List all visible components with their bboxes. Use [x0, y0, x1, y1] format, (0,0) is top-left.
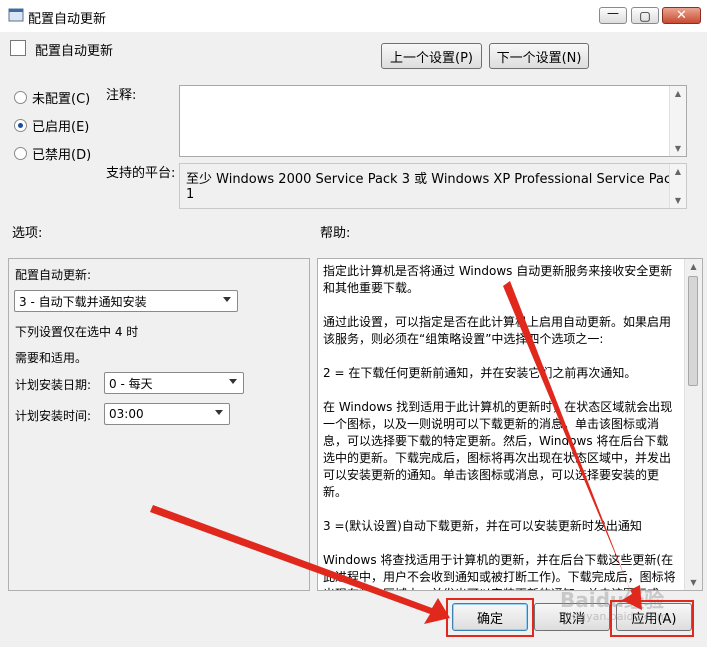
- configure-mode-dropdown[interactable]: 3 - 自动下载并通知安装: [14, 290, 238, 312]
- ok-highlight-box: [446, 598, 534, 637]
- radio-not-configured[interactable]: 未配置(C): [14, 88, 90, 107]
- apply-highlight-box: [610, 600, 694, 637]
- close-button[interactable]: ✕: [662, 7, 701, 24]
- note-line-1: 下列设置仅在选中 4 时: [15, 325, 139, 339]
- platform-value: 至少 Windows 2000 Service Pack 3 或 Windows…: [186, 172, 679, 202]
- chevron-down-icon: [215, 410, 223, 415]
- chevron-down-icon: [229, 379, 237, 384]
- previous-setting-button[interactable]: 上一个设置(P): [381, 43, 482, 69]
- scroll-down-icon[interactable]: ▼: [685, 578, 702, 587]
- scroll-up-icon[interactable]: ▲: [685, 262, 702, 271]
- help-label: 帮助:: [320, 226, 351, 241]
- note-line-2: 需要和适用。: [15, 351, 88, 365]
- help-paragraph: 在 Windows 找到适用于此计算机的更新时，在状态区域就会出现一个图标，以及…: [323, 400, 673, 499]
- help-scrollbar[interactable]: ▲ ▼: [684, 259, 702, 590]
- install-time-label: 计划安装时间:: [15, 409, 92, 423]
- scroll-down-icon[interactable]: ▼: [670, 144, 686, 153]
- platform-field: 至少 Windows 2000 Service Pack 3 或 Windows…: [179, 163, 687, 209]
- setting-title: 配置自动更新: [35, 44, 114, 59]
- platform-scrollbar[interactable]: ▲ ▼: [669, 164, 686, 208]
- scroll-up-icon[interactable]: ▲: [670, 89, 686, 98]
- policy-icon: [8, 8, 24, 22]
- close-icon: ✕: [676, 8, 687, 23]
- scroll-down-icon[interactable]: ▼: [670, 196, 686, 205]
- install-time-dropdown[interactable]: 03:00: [104, 403, 230, 425]
- help-paragraph: 2 = 在下载任何更新前通知，并在安装它们之前再次通知。: [323, 366, 637, 380]
- radio-label: 未配置(C): [32, 92, 91, 107]
- install-time-value: 03:00: [109, 407, 144, 421]
- setting-icon: [10, 40, 26, 56]
- radio-label: 已禁用(D): [32, 148, 92, 163]
- install-day-label: 计划安装日期:: [15, 378, 92, 392]
- help-paragraph: 3 =(默认设置)自动下载更新，并在可以安装更新时发出通知: [323, 519, 642, 533]
- comment-label: 注释:: [106, 88, 137, 103]
- install-day-dropdown[interactable]: 0 - 每天: [104, 372, 244, 394]
- comment-field[interactable]: ▲ ▼: [179, 85, 687, 157]
- options-label: 选项:: [12, 226, 43, 241]
- scrollbar-thumb[interactable]: [688, 276, 698, 386]
- window-title: 配置自动更新: [28, 12, 107, 27]
- minimize-icon: —: [607, 6, 619, 20]
- comment-scrollbar[interactable]: ▲ ▼: [669, 86, 686, 156]
- configure-label: 配置自动更新:: [15, 268, 92, 282]
- platform-label: 支持的平台:: [106, 166, 176, 181]
- next-setting-button[interactable]: 下一个设置(N): [489, 43, 589, 69]
- help-panel: 指定此计算机是否将通过 Windows 自动更新服务来接收安全更新和其他重要下载…: [317, 258, 703, 591]
- maximize-button[interactable]: ▢: [631, 7, 659, 24]
- configure-mode-value: 3 - 自动下载并通知安装: [19, 294, 147, 309]
- maximize-icon: ▢: [639, 8, 651, 23]
- help-text: 指定此计算机是否将通过 Windows 自动更新服务来接收安全更新和其他重要下载…: [323, 263, 679, 590]
- help-paragraph: 通过此设置，可以指定是否在此计算机上启用自动更新。如果启用该服务，则必须在“组策…: [323, 315, 672, 346]
- help-paragraph: 指定此计算机是否将通过 Windows 自动更新服务来接收安全更新和其他重要下载…: [323, 264, 673, 295]
- radio-label: 已启用(E): [32, 120, 90, 135]
- minimize-button[interactable]: —: [599, 7, 627, 24]
- radio-enabled[interactable]: 已启用(E): [14, 116, 89, 135]
- install-day-value: 0 - 每天: [109, 376, 153, 391]
- radio-circle[interactable]: [14, 147, 27, 160]
- radio-circle[interactable]: [14, 91, 27, 104]
- radio-disabled[interactable]: 已禁用(D): [14, 144, 91, 163]
- scroll-up-icon[interactable]: ▲: [670, 167, 686, 176]
- radio-circle[interactable]: [14, 119, 27, 132]
- chevron-down-icon: [223, 297, 231, 302]
